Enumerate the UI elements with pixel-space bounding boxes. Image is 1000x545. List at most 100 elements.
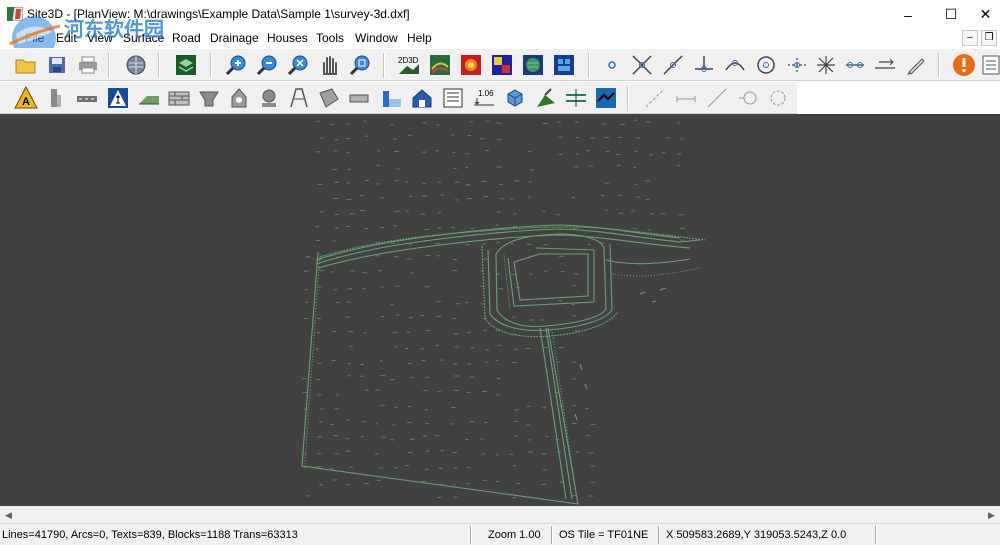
open-folder-icon[interactable] [14,53,38,77]
offset-point-icon[interactable] [785,53,809,77]
dashed-line-icon[interactable] [643,86,667,110]
pan-hand-icon[interactable] [317,53,341,77]
zoom-in-icon[interactable] [224,53,248,77]
excavator-icon[interactable] [534,86,558,110]
road-section-icon[interactable] [75,86,99,110]
pedestrian-crossing-icon[interactable] [106,86,130,110]
menu-surface[interactable]: Surface [123,31,164,45]
menu-file[interactable]: File [25,31,44,45]
menu-drainage[interactable]: Drainage [210,31,259,45]
status-separator [658,526,660,544]
diagonal-line-icon[interactable] [705,86,729,110]
close-button[interactable]: ✕ [971,0,1000,29]
culvert-icon[interactable] [347,86,371,110]
circle-icon[interactable] [766,86,790,110]
menu-tools[interactable]: Tools [316,31,344,45]
dimension-icon[interactable] [674,86,698,110]
measure-icon[interactable] [873,53,897,77]
2d-3d-view-icon[interactable]: 2D3D [397,53,421,77]
scroll-right-arrow[interactable]: ▶ [983,507,1000,524]
pan-globe-icon[interactable] [124,53,148,77]
level-icon[interactable]: 1.06 [472,86,496,110]
status-separator [551,526,553,544]
plan-view-canvas[interactable] [0,114,1000,506]
block-view-icon[interactable] [552,53,576,77]
svg-text:2D3D: 2D3D [398,56,419,65]
arc-icon[interactable] [723,53,747,77]
pen-icon[interactable] [904,53,928,77]
toolbar-empty-area [797,82,1000,115]
toolbar-separator [383,53,385,78]
tangent-line-icon[interactable] [661,53,685,77]
layers-icon[interactable] [174,53,198,77]
pipe-icon[interactable] [317,86,341,110]
mdi-minimize-button[interactable]: – [962,30,978,46]
toolbar-separator [210,53,212,78]
mdi-restore-button[interactable]: ❐ [981,30,997,46]
toolbar-separator [938,53,940,78]
save-disk-icon[interactable] [45,53,69,77]
toolbar-separator [108,53,110,78]
house-icon[interactable] [441,86,465,110]
title-bar: Site3D - [PlanView: M:\drawings\Example … [0,0,1000,29]
drain-arch-icon[interactable] [227,86,251,110]
toolbar-separator [627,86,629,111]
target-icon[interactable] [754,53,778,77]
zoom-out-icon[interactable] [255,53,279,77]
circle-tangent-icon[interactable] [736,86,760,110]
menu-help[interactable]: Help [407,31,432,45]
menu-window[interactable]: Window [355,31,398,45]
svg-text:1.06: 1.06 [478,89,494,98]
main-toolbar: 2D3D [0,48,1000,81]
water-outfall-icon[interactable] [594,86,618,110]
globe-view-icon[interactable] [521,53,545,77]
colour-map-icon[interactable] [490,53,514,77]
warning-icon[interactable] [952,53,976,77]
cross-section-icon[interactable] [564,86,588,110]
zoom-window-icon[interactable] [348,53,372,77]
menu-houses[interactable]: Houses [267,31,308,45]
notes-icon[interactable] [982,53,1000,77]
menu-view[interactable]: View [87,31,113,45]
perpendicular-icon[interactable] [692,53,716,77]
text-a-icon[interactable]: A [14,86,38,110]
svg-text:A: A [22,96,30,108]
manhole-icon[interactable] [197,86,221,110]
zoom-extents-icon[interactable] [286,53,310,77]
cube-icon[interactable] [503,86,527,110]
survey-scatter-points [302,119,686,499]
site3d-app-icon[interactable] [7,7,23,21]
status-zoom: Zoom 1.00 [488,529,541,541]
status-entity-counts: Lines=41790, Arcs=0, Texts=839, Blocks=1… [2,529,298,541]
scroll-left-arrow[interactable]: ◀ [0,507,17,524]
retaining-icon[interactable] [380,86,404,110]
status-os-tile: OS Tile = TF01NE [559,529,649,541]
intersection-icon[interactable] [630,53,654,77]
window-title: Site3D - [PlanView: M:\drawings\Example … [27,7,410,21]
point-icon[interactable] [600,53,624,77]
maximize-button[interactable]: ☐ [928,0,974,29]
horizontal-scrollbar[interactable]: ◀ ▶ [0,506,1000,523]
print-icon[interactable] [76,53,100,77]
gully-icon[interactable] [257,86,281,110]
wall-icon[interactable] [167,86,191,110]
star-point-icon[interactable] [814,53,838,77]
status-bar: Lines=41790, Arcs=0, Texts=839, Blocks=1… [0,523,1000,545]
status-coordinates: X 509583.2689,Y 319053.5243,Z 0.0 [666,529,847,541]
survey-drawing [301,119,706,505]
toolbar-separator [158,53,160,78]
toolbar-separator [588,53,590,78]
minimize-button[interactable]: – [885,0,931,29]
house-plot-icon[interactable] [410,86,434,110]
contour-map-icon[interactable] [428,53,452,77]
design-toolbar: A 1.06 [0,81,1000,115]
menu-edit[interactable]: Edit [56,31,77,45]
menu-road[interactable]: Road [172,31,201,45]
embankment-icon[interactable] [137,86,161,110]
status-separator [875,526,877,544]
kerb-icon[interactable] [44,86,68,110]
status-separator [470,526,472,544]
tunnel-icon[interactable] [287,86,311,110]
divide-point-icon[interactable] [843,53,867,77]
heatmap-icon[interactable] [459,53,483,77]
